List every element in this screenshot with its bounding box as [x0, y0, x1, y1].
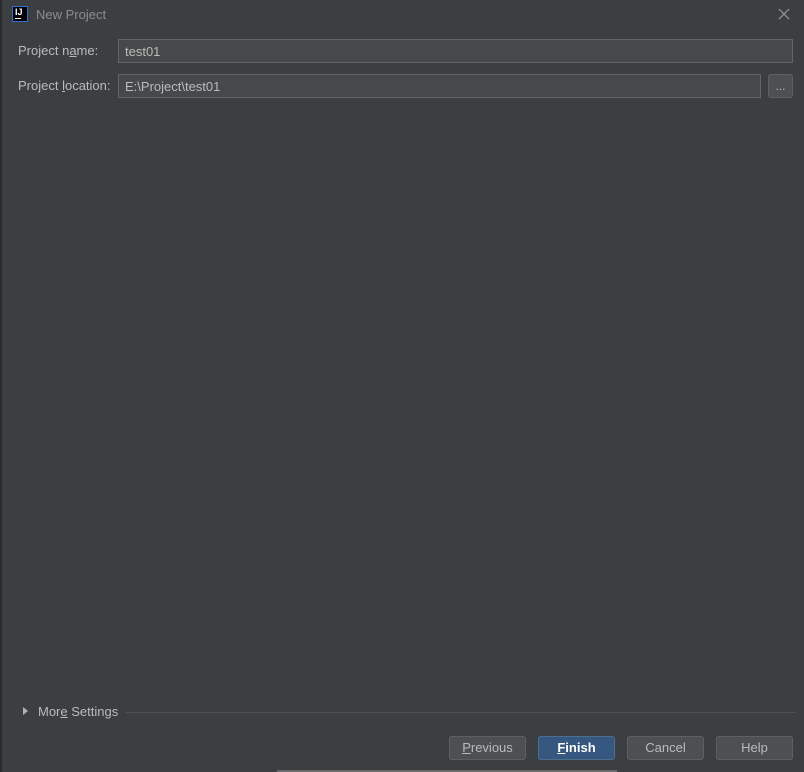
more-settings-separator	[126, 712, 796, 713]
project-name-input[interactable]	[118, 39, 793, 63]
project-location-label-pre: Project	[18, 78, 63, 93]
app-icon-glyph: IJ	[15, 7, 23, 17]
close-icon	[778, 8, 790, 20]
project-name-label-post: me:	[76, 43, 99, 58]
finish-button[interactable]: Finish	[538, 736, 615, 760]
project-location-input[interactable]	[118, 74, 761, 98]
project-name-label: Project name:	[18, 43, 98, 58]
cancel-button[interactable]: Cancel	[627, 736, 704, 760]
more-settings-label-post: Settings	[67, 704, 119, 719]
title-bar: IJ New Project	[2, 0, 804, 30]
project-location-label-post: ocation:	[64, 78, 111, 93]
window-title: New Project	[36, 7, 107, 22]
more-settings-label-mnemonic: e	[60, 704, 68, 719]
previous-button[interactable]: Previous	[449, 736, 526, 760]
new-project-dialog: IJ New Project Project name: Project loc…	[0, 0, 804, 772]
triangle-right-icon	[23, 707, 28, 715]
browse-button[interactable]: ...	[768, 74, 793, 98]
more-settings-label-pre: Mor	[38, 704, 61, 719]
project-name-label-pre: Project n	[18, 43, 70, 58]
close-button[interactable]	[774, 5, 794, 25]
finish-button-label: inish	[565, 740, 596, 755]
project-location-label: Project location:	[18, 78, 111, 93]
project-name-label-mnemonic: a	[69, 43, 77, 58]
previous-button-label: revious	[470, 740, 513, 755]
intellij-idea-icon: IJ	[12, 6, 28, 22]
more-settings-label: More Settings	[38, 704, 118, 719]
previous-button-mnemonic: P	[462, 740, 471, 755]
help-button[interactable]: Help	[716, 736, 793, 760]
app-icon-underline	[15, 18, 21, 19]
